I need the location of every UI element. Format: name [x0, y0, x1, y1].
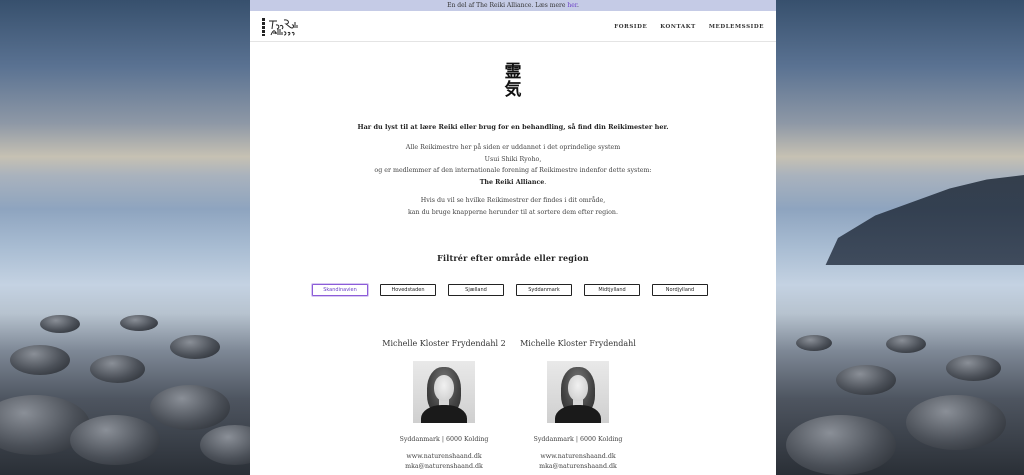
member-email-link[interactable]: mka@naturenshaand.dk	[379, 462, 509, 472]
region-paragraph: Hvis du vil se hvilke Reikimestrer der f…	[250, 195, 776, 218]
reiki-alliance-name: The Reiki Alliance	[479, 178, 545, 186]
background-headland	[825, 175, 1024, 265]
filter-hovedstaden-button[interactable]: Hovedstaden	[380, 284, 436, 296]
nav-forside[interactable]: FORSIDE	[614, 24, 647, 30]
reiki-kanji: 霊 気	[503, 63, 523, 99]
member-location: Syddanmark | 6000 Kolding	[399, 436, 489, 443]
intro-line-4-suffix: .	[544, 178, 547, 186]
region-line-2: kan du bruge knapperne herunder til at s…	[407, 208, 618, 216]
main-content: FORSIDE KONTAKT MEDLEMSSIDE 霊 気 Har du l…	[250, 11, 776, 475]
filter-nordjylland-button[interactable]: Nordjylland	[652, 284, 708, 296]
intro-paragraph: Alle Reikimestre her på siden er uddanne…	[250, 142, 776, 188]
intro-line-3: og er medlemmer af den internationale fo…	[374, 167, 652, 174]
filter-sjaelland-button[interactable]: Sjælland	[448, 284, 504, 296]
filter-midtjylland-button[interactable]: Midtjylland	[584, 284, 640, 296]
intro-line-4: The Reiki Alliance.	[250, 177, 776, 189]
member-photo[interactable]	[413, 361, 475, 423]
logo-mark	[262, 17, 265, 36]
logo-script	[269, 19, 298, 36]
lead-text: Har du lyst til at lære Reiki eller brug…	[357, 123, 669, 131]
filter-title: Filtrér efter område eller region	[437, 253, 589, 263]
kanji-rei: 霊	[504, 62, 522, 82]
member-name[interactable]: Michelle Kloster Frydendahl 2	[379, 339, 509, 348]
background-rocks-right	[776, 275, 1024, 475]
announcement-bar: En del af The Reiki Alliance. Læs mere h…	[250, 0, 776, 11]
background-rocks-left	[0, 275, 270, 475]
member-website-link[interactable]: www.naturenshaand.dk	[513, 452, 643, 462]
region-line-1: Hvis du vil se hvilke Reikimestrer der f…	[420, 197, 606, 204]
member-website-link[interactable]: www.naturenshaand.dk	[379, 452, 509, 462]
intro-line-1: Alle Reikimestre her på siden er uddanne…	[405, 144, 621, 151]
member-name[interactable]: Michelle Kloster Frydendahl	[513, 339, 643, 348]
member-card[interactable]: Michelle Kloster Frydendahl 2 Syddanmark…	[379, 339, 509, 472]
kanji-ki: 気	[504, 80, 522, 100]
intro-line-2: Usui Shiki Ryoho,	[484, 155, 542, 163]
member-photo[interactable]	[547, 361, 609, 423]
announcement-text: En del af The Reiki Alliance. Læs mere	[447, 2, 568, 9]
member-card[interactable]: Michelle Kloster Frydendahl Syddanmark |…	[513, 339, 643, 472]
member-contact: www.naturenshaand.dk mka@naturenshaand.d…	[379, 452, 509, 472]
nav-medlemsside[interactable]: MEDLEMSSIDE	[709, 24, 764, 30]
site-logo[interactable]	[262, 16, 306, 37]
region-filter-buttons: Skandinavien Hovedstaden Sjælland Syddan…	[312, 284, 708, 296]
main-nav: FORSIDE KONTAKT MEDLEMSSIDE	[614, 11, 764, 42]
member-email-link[interactable]: mka@naturenshaand.dk	[513, 462, 643, 472]
nav-kontakt[interactable]: KONTAKT	[660, 24, 696, 30]
announcement-suffix: .	[576, 2, 579, 9]
member-contact: www.naturenshaand.dk mka@naturenshaand.d…	[513, 452, 643, 472]
filter-skandinavien-button[interactable]: Skandinavien	[312, 284, 368, 296]
site-header: FORSIDE KONTAKT MEDLEMSSIDE	[250, 11, 776, 42]
member-location: Syddanmark | 6000 Kolding	[533, 436, 623, 443]
announcement-link[interactable]: her	[567, 2, 577, 9]
filter-syddanmark-button[interactable]: Syddanmark	[516, 284, 572, 296]
